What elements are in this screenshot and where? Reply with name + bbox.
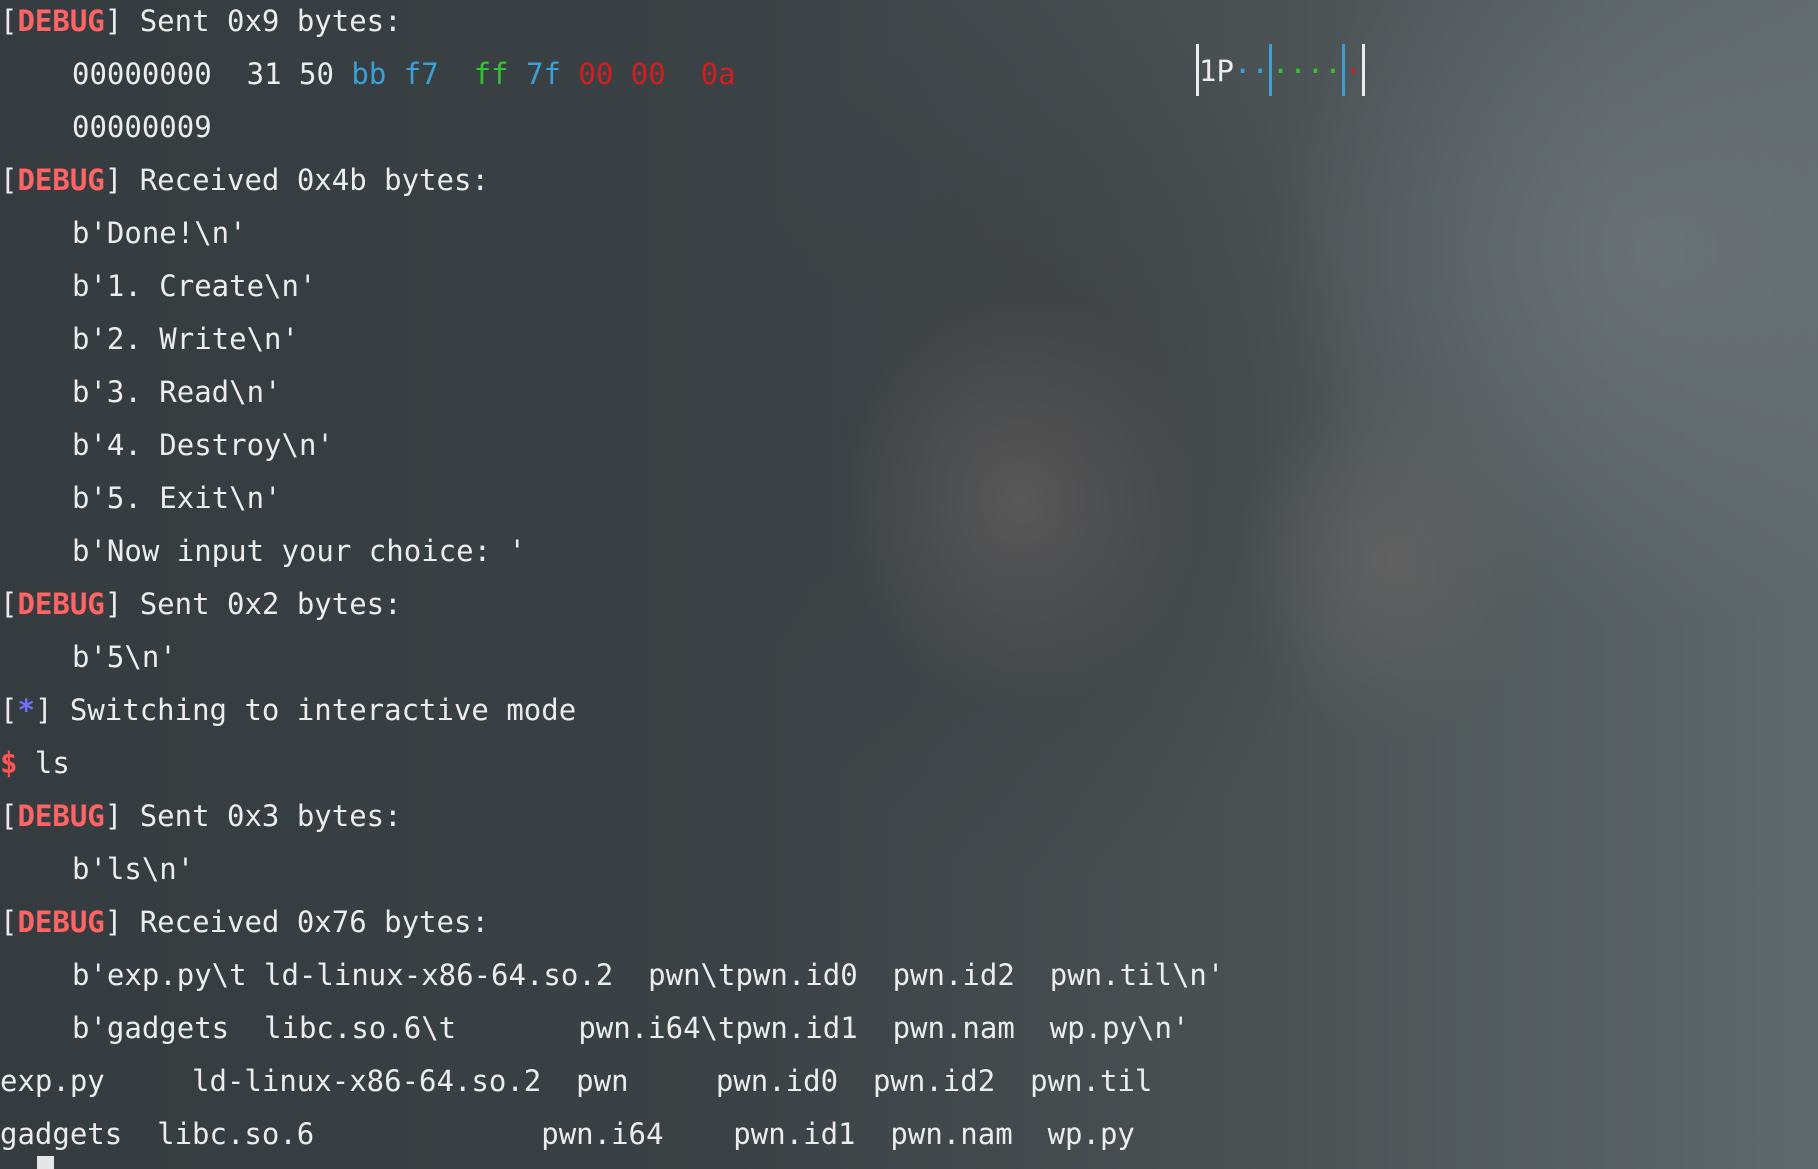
terminal-cursor[interactable]: [37, 1156, 54, 1169]
hex-byte: 31: [246, 57, 282, 91]
log-text: Sent 0x9 bytes:: [122, 4, 402, 38]
received-bytes-line: b'1. Create\n': [72, 269, 317, 303]
debug-tag: DEBUG: [17, 799, 105, 833]
received-bytes-line: b'2. Write\n': [72, 322, 299, 356]
hex-byte: 00: [578, 57, 614, 91]
shell-command: ls: [17, 746, 70, 780]
hex-byte: ff: [473, 57, 509, 91]
log-line-debug-received: [DEBUG] Received 0x76 bytes:: [0, 905, 489, 939]
debug-tag: DEBUG: [17, 4, 105, 38]
log-line-debug-sent: [DEBUG] Sent 0x2 bytes:: [0, 587, 402, 621]
debug-tag: DEBUG: [17, 163, 105, 197]
log-text: Sent 0x2 bytes:: [122, 587, 402, 621]
received-bytes-line: b'exp.py\t ld-linux-x86-64.so.2 pwn\tpwn…: [72, 958, 1225, 992]
hexdump-offset: 00000000: [72, 57, 212, 91]
hexdump-ascii-dots: ·: [1344, 54, 1363, 88]
received-bytes-line: b'3. Read\n': [72, 375, 282, 409]
log-text: Received 0x4b bytes:: [122, 163, 489, 197]
received-bytes-line: b'5. Exit\n': [72, 481, 282, 515]
hex-byte: 00: [630, 57, 666, 91]
ls-output-line: exp.py ld-linux-x86-64.so.2 pwn pwn.id0 …: [0, 1064, 1153, 1098]
hex-byte: f7: [403, 57, 439, 91]
debug-tag: DEBUG: [17, 587, 105, 621]
hexdump-ascii-printable: 1P: [1199, 54, 1234, 88]
shell-prompt-symbol: $: [0, 746, 18, 780]
debug-tag: DEBUG: [17, 905, 105, 939]
hex-byte: 50: [299, 57, 334, 91]
info-tag: *: [17, 693, 35, 727]
hex-byte: 7f: [526, 57, 561, 91]
hex-byte: 0a: [700, 57, 736, 91]
hexdump-ascii-dots: ··: [1233, 54, 1269, 88]
log-text: Received 0x76 bytes:: [122, 905, 489, 939]
received-bytes-line: b'4. Destroy\n': [72, 428, 334, 462]
received-bytes-line: b'Done!\n': [72, 216, 247, 250]
hex-byte: bb: [351, 57, 387, 91]
log-text: Sent 0x3 bytes:: [122, 799, 402, 833]
sent-bytes-line: b'ls\n': [72, 852, 195, 886]
hexdump-ascii-dots: ····: [1271, 54, 1342, 88]
log-line-debug-sent: [DEBUG] Sent 0x3 bytes:: [0, 799, 402, 833]
sent-bytes-line: b'5\n': [72, 640, 177, 674]
log-line-debug-received: [DEBUG] Received 0x4b bytes:: [0, 163, 489, 197]
ls-output-line: gadgets libc.so.6 pwn.i64 pwn.id1 pwn.na…: [0, 1117, 1135, 1151]
hexdump-end-offset: 00000009: [72, 110, 212, 144]
log-line-info: [*] Switching to interactive mode: [0, 693, 577, 727]
hexdump-ascii-column: 1P·· ···· ·: [1196, 44, 1366, 96]
log-line-debug-sent: [DEBUG] Sent 0x9 bytes:: [0, 4, 402, 38]
hexdump-divider: [1362, 44, 1366, 96]
received-bytes-line: b'gadgets libc.so.6\t pwn.i64\tpwn.id1 p…: [72, 1011, 1190, 1045]
log-text: Switching to interactive mode: [52, 693, 577, 727]
hexdump-line: 00000000 31 50 bb f7 ff 7f 00 00 0a: [0, 48, 736, 101]
received-bytes-line: b'Now input your choice: ': [72, 534, 526, 568]
terminal-window[interactable]: [DEBUG] Sent 0x9 bytes: 00000000 31 50 b…: [0, 0, 1818, 1169]
shell-prompt-line: $ ls: [0, 737, 70, 790]
